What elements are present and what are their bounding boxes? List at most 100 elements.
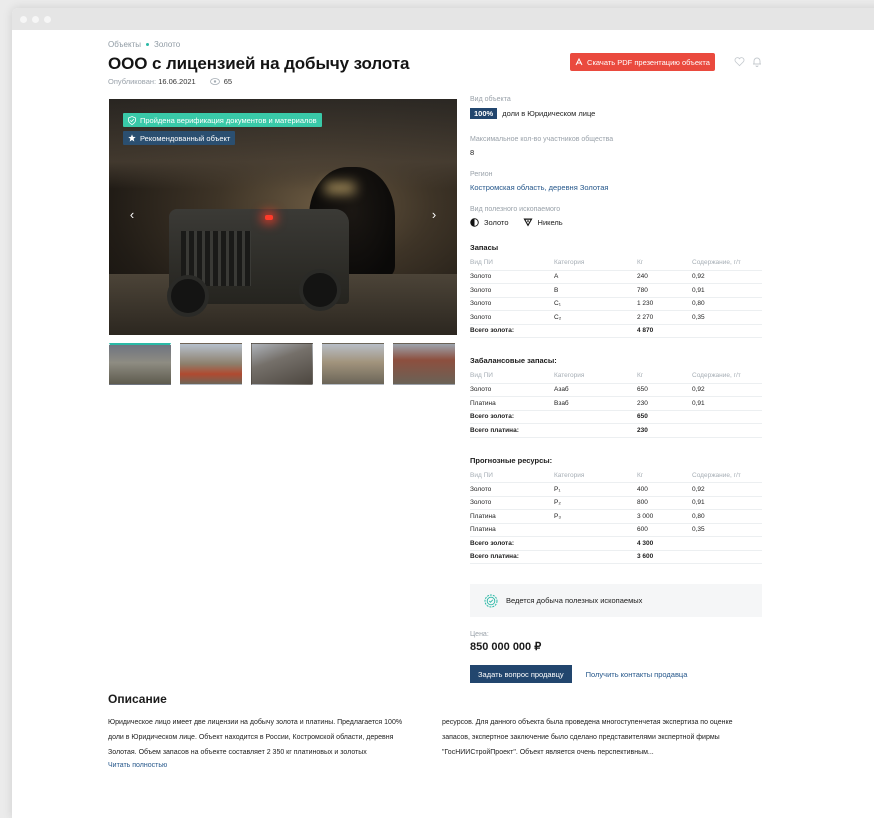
thumbnail-3[interactable] bbox=[251, 343, 313, 385]
table-header-cell: Вид ПИ bbox=[470, 369, 554, 384]
table-cell: 0,80 bbox=[692, 509, 762, 524]
table-row: Золото А 240 0,92 bbox=[470, 270, 762, 284]
forecast-table: Вид ПИ Категория Кг Содержание, г/т Золо… bbox=[470, 468, 762, 565]
table-row: Золото С₂ 2 270 0,35 bbox=[470, 310, 762, 325]
table-cell: 3 000 bbox=[637, 509, 692, 524]
table-header-cell: Категория bbox=[554, 369, 637, 384]
mining-status-box: Ведется добыча полезных ископаемых bbox=[470, 584, 762, 617]
table-header-cell: Вид ПИ bbox=[470, 468, 554, 483]
table-cell: В bbox=[554, 283, 637, 298]
eye-icon bbox=[209, 78, 220, 85]
table-cell: 800 bbox=[637, 496, 692, 510]
download-pdf-button[interactable]: Скачать PDF презентацию объекта bbox=[570, 53, 715, 71]
mineral-nickel-label: Никель bbox=[537, 218, 563, 227]
photo-red-light bbox=[265, 215, 273, 220]
gallery-prev-arrow-icon[interactable]: ‹ bbox=[127, 207, 137, 222]
published-info: Опубликован: 16.06.2021 bbox=[108, 77, 196, 86]
object-type-label: Вид объекта bbox=[470, 96, 511, 103]
table-row: Золото Азаб 650 0,92 bbox=[470, 383, 762, 397]
thumbnail-1[interactable] bbox=[109, 343, 171, 385]
table-cell: 1 230 bbox=[637, 297, 692, 311]
table-cell: Взаб bbox=[554, 396, 637, 411]
table-row: Платина P₃ 3 000 0,80 bbox=[470, 509, 762, 524]
table-cell: P₃ bbox=[554, 509, 637, 524]
table-total-row: Всего золота: 4 870 bbox=[470, 324, 762, 338]
thumbnail-5[interactable] bbox=[393, 343, 455, 385]
table-cell: С₁ bbox=[554, 297, 637, 311]
table-cell-empty bbox=[692, 324, 762, 338]
table-cell: 600 bbox=[637, 523, 692, 537]
forecast-title: Прогнозные ресурсы: bbox=[470, 455, 553, 465]
table-cell: Золото bbox=[470, 310, 554, 325]
breadcrumb-separator bbox=[146, 43, 149, 46]
share-value: 100% bbox=[470, 108, 498, 119]
table-cell: Азаб bbox=[554, 383, 637, 397]
download-pdf-label: Скачать PDF презентацию объекта bbox=[587, 57, 710, 67]
heart-icon[interactable] bbox=[734, 56, 745, 67]
table-header-cell: Содержание, г/т bbox=[692, 256, 762, 271]
photo-lamp bbox=[325, 183, 355, 193]
breadcrumb-item-gold[interactable]: Золото bbox=[154, 40, 180, 49]
recommended-badge: Рекомендованный объект bbox=[123, 131, 236, 145]
half-circle-icon bbox=[470, 218, 479, 227]
table-cell: 0,35 bbox=[692, 310, 762, 325]
table-cell-empty bbox=[692, 410, 762, 424]
read-more-link[interactable]: Читать полностью bbox=[108, 762, 167, 769]
table-cell: Платина bbox=[470, 396, 554, 411]
table-cell: Золото bbox=[470, 496, 554, 510]
table-header-row: Вид ПИ Категория Кг Содержание, г/т bbox=[470, 369, 762, 384]
table-cell-empty bbox=[692, 550, 762, 564]
table-cell: 0,91 bbox=[692, 396, 762, 411]
table-cell: 0,92 bbox=[692, 270, 762, 284]
window-maximize-dot[interactable] bbox=[44, 15, 51, 23]
mineral-gold: Золото bbox=[470, 218, 509, 227]
description-text-col-1: Юридическое лицо имеет две лицензии на д… bbox=[108, 719, 403, 756]
share-text: доли в Юридическом лице bbox=[502, 109, 596, 118]
description-title: Описание bbox=[108, 692, 167, 706]
thumbnail-4[interactable] bbox=[322, 343, 384, 385]
recommended-badge-label: Рекомендованный объект bbox=[140, 133, 231, 143]
gallery-next-arrow-icon[interactable]: › bbox=[429, 207, 439, 222]
bell-icon[interactable] bbox=[752, 56, 762, 67]
table-cell: Платина bbox=[470, 523, 554, 537]
table-header-row: Вид ПИ Категория Кг Содержание, г/т bbox=[470, 468, 762, 483]
mineral-gold-label: Золото bbox=[484, 218, 509, 227]
window-minimize-dot[interactable] bbox=[32, 15, 39, 23]
table-row: Платина 600 0,35 bbox=[470, 523, 762, 537]
offbalance-section: Забалансовые запасы: Вид ПИ Категория Кг… bbox=[470, 356, 762, 438]
shield-check-icon bbox=[128, 115, 136, 125]
reserves-title: Запасы bbox=[470, 243, 499, 252]
offbalance-table: Вид ПИ Категория Кг Содержание, г/т Золо… bbox=[470, 369, 762, 438]
table-cell: Золото bbox=[470, 482, 554, 497]
total-label: Всего золота: bbox=[470, 536, 637, 551]
table-header-cell: Кг bbox=[637, 468, 692, 483]
breadcrumb-item-objects[interactable]: Объекты bbox=[108, 40, 141, 49]
views-count: 65 bbox=[209, 77, 232, 86]
mineral-nickel: Никель bbox=[523, 218, 563, 227]
table-cell: 0,92 bbox=[692, 383, 762, 397]
max-participants-value: 8 bbox=[470, 148, 475, 157]
table-row: Золото P₁ 400 0,92 bbox=[470, 482, 762, 497]
table-cell: Золото bbox=[470, 297, 554, 311]
offbalance-title: Забалансовые запасы: bbox=[470, 356, 557, 365]
table-row: Золото В 780 0,91 bbox=[470, 283, 762, 298]
region-link[interactable]: Костромская область, деревня Золотая bbox=[470, 183, 762, 192]
star-icon bbox=[128, 134, 136, 142]
check-badge-icon bbox=[484, 594, 498, 607]
get-contacts-link[interactable]: Получить контакты продавца bbox=[586, 670, 688, 679]
table-cell: P₁ bbox=[554, 482, 637, 497]
table-header-row: Вид ПИ Категория Кг Содержание, г/т bbox=[470, 256, 762, 271]
published-label: Опубликован: bbox=[108, 77, 157, 86]
table-cell: 2 270 bbox=[637, 310, 692, 325]
table-row: Платина Взаб 230 0,91 bbox=[470, 396, 762, 411]
photo-gallery[interactable]: Пройдена верификация документов и матери… bbox=[109, 99, 457, 335]
price-value: 850 000 000 ₽ bbox=[470, 641, 542, 653]
window-close-dot[interactable] bbox=[20, 15, 27, 23]
table-cell-empty bbox=[692, 536, 762, 551]
table-cell: 230 bbox=[637, 396, 692, 411]
table-cell: 0,80 bbox=[692, 297, 762, 311]
total-value: 4 300 bbox=[637, 536, 692, 551]
thumbnail-2[interactable] bbox=[180, 343, 242, 385]
ask-seller-button[interactable]: Задать вопрос продавцу bbox=[470, 665, 572, 683]
breadcrumb: Объекты Золото bbox=[108, 40, 180, 49]
